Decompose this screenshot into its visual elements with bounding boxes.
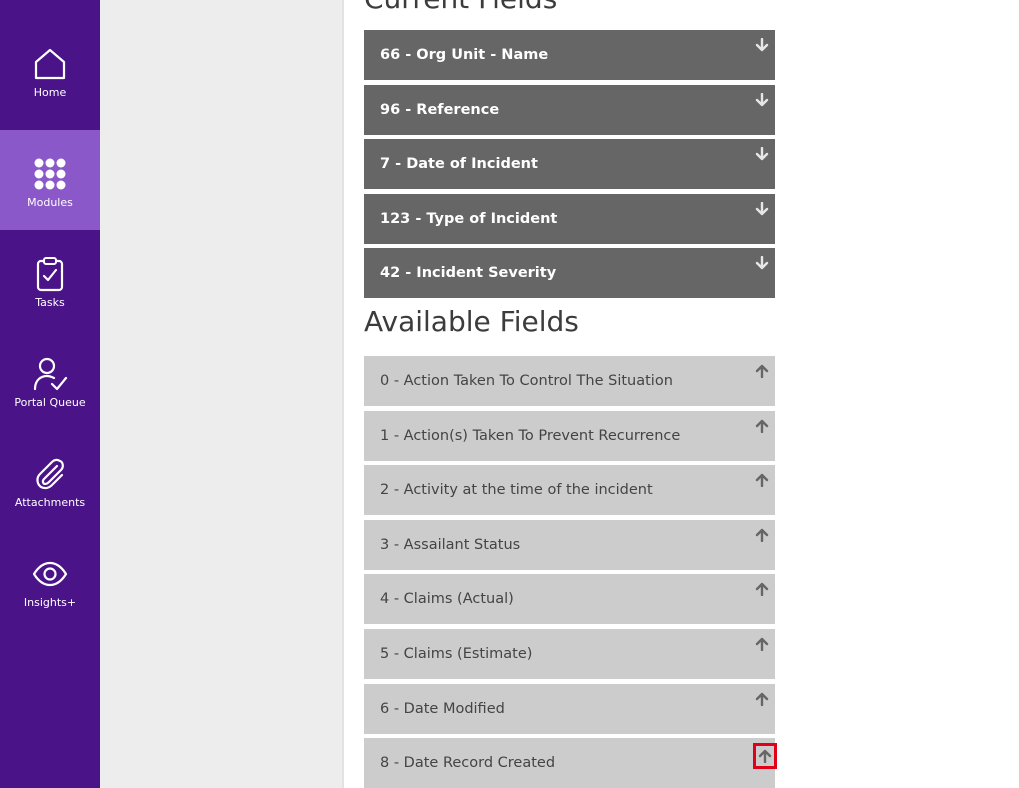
nav-label-tasks: Tasks	[35, 295, 65, 309]
field-label: 2 - Activity at the time of the incident	[380, 482, 653, 498]
arrow-up-icon	[755, 473, 769, 487]
user-check-icon	[33, 357, 68, 390]
field-label: 3 - Assailant Status	[380, 537, 521, 553]
move-down-button[interactable]	[753, 254, 771, 272]
arrow-up-icon	[755, 692, 769, 706]
field-label: 123 - Type of Incident	[380, 211, 558, 227]
nav-label-insights: Insights+	[23, 595, 77, 609]
field-label: 4 - Claims (Actual)	[380, 591, 514, 607]
arrow-down-icon	[755, 93, 769, 107]
current-fields-heading: Current Fields	[364, 0, 557, 15]
move-up-button[interactable]	[753, 362, 771, 380]
current-field-row[interactable]: 7 - Date of Incident	[364, 139, 775, 189]
arrow-down-icon	[755, 256, 769, 270]
nav-item-modules[interactable]: Modules	[0, 130, 100, 230]
available-field-row[interactable]: 2 - Activity at the time of the incident	[364, 465, 775, 515]
current-field-row[interactable]: 66 - Org Unit - Name	[364, 30, 775, 80]
nav-label-portal-queue: Portal Queue	[14, 395, 86, 409]
grid-dots-icon	[34, 158, 66, 189]
nav-item-portal-queue[interactable]: Portal Queue	[0, 330, 100, 430]
nav-item-tasks[interactable]: Tasks	[0, 230, 100, 330]
available-field-row[interactable]: 8 - Date Record Created	[364, 738, 777, 788]
field-label: 6 - Date Modified	[380, 701, 505, 717]
field-label: 66 - Org Unit - Name	[380, 47, 549, 63]
move-up-button[interactable]	[753, 690, 771, 708]
nav-label-modules: Modules	[27, 195, 73, 209]
move-down-button[interactable]	[753, 91, 771, 109]
field-label: 1 - Action(s) Taken To Prevent Recurrenc…	[380, 428, 681, 444]
nav-label-attachments: Attachments	[14, 495, 86, 509]
field-label: 0 - Action Taken To Control The Situatio…	[380, 373, 673, 389]
field-label: 96 - Reference	[380, 102, 500, 118]
arrow-up-icon	[758, 749, 772, 763]
field-label: 8 - Date Record Created	[380, 755, 556, 771]
move-up-button[interactable]	[753, 526, 771, 544]
arrow-up-icon	[755, 637, 769, 651]
nav-item-home[interactable]: Home	[0, 20, 100, 120]
home-icon	[34, 48, 66, 79]
arrow-up-icon	[755, 528, 769, 542]
field-label: 5 - Claims (Estimate)	[380, 646, 533, 662]
arrow-up-icon	[755, 582, 769, 596]
nav-item-insights[interactable]: Insights+	[0, 530, 100, 630]
available-field-row[interactable]: 3 - Assailant Status	[364, 520, 775, 570]
nav-label-home: Home	[33, 85, 67, 99]
move-down-button[interactable]	[753, 145, 771, 163]
paperclip-icon	[36, 458, 64, 489]
available-field-row[interactable]: 6 - Date Modified	[364, 684, 775, 734]
arrow-up-icon	[755, 364, 769, 378]
move-up-button[interactable]	[753, 417, 771, 435]
available-field-row[interactable]: 1 - Action(s) Taken To Prevent Recurrenc…	[364, 411, 775, 461]
move-up-button-highlighted[interactable]	[753, 743, 777, 769]
current-field-row[interactable]: 96 - Reference	[364, 85, 775, 135]
arrow-up-icon	[755, 419, 769, 433]
current-field-row[interactable]: 123 - Type of Incident	[364, 194, 775, 244]
move-down-button[interactable]	[753, 36, 771, 54]
left-panel	[100, 0, 342, 788]
available-field-row[interactable]: 5 - Claims (Estimate)	[364, 629, 775, 679]
available-field-row[interactable]: 4 - Claims (Actual)	[364, 574, 775, 624]
arrow-down-icon	[755, 202, 769, 216]
field-label: 42 - Incident Severity	[380, 265, 557, 281]
nav-item-attachments[interactable]: Attachments	[0, 430, 100, 530]
available-fields-heading: Available Fields	[364, 305, 579, 338]
available-field-row[interactable]: 0 - Action Taken To Control The Situatio…	[364, 356, 775, 406]
arrow-down-icon	[755, 38, 769, 52]
eye-icon	[32, 561, 68, 586]
sidebar-nav: Home Modules Tasks Portal Queue Attachme…	[0, 0, 100, 788]
field-label: 7 - Date of Incident	[380, 156, 538, 172]
current-field-row[interactable]: 42 - Incident Severity	[364, 248, 775, 298]
clipboard-check-icon	[36, 256, 64, 291]
field-selector: Current Fields 66 - Org Unit - Name 96 -…	[344, 0, 1019, 788]
move-up-button[interactable]	[753, 471, 771, 489]
move-up-button[interactable]	[753, 580, 771, 598]
move-down-button[interactable]	[753, 200, 771, 218]
arrow-down-icon	[755, 147, 769, 161]
move-up-button[interactable]	[753, 635, 771, 653]
